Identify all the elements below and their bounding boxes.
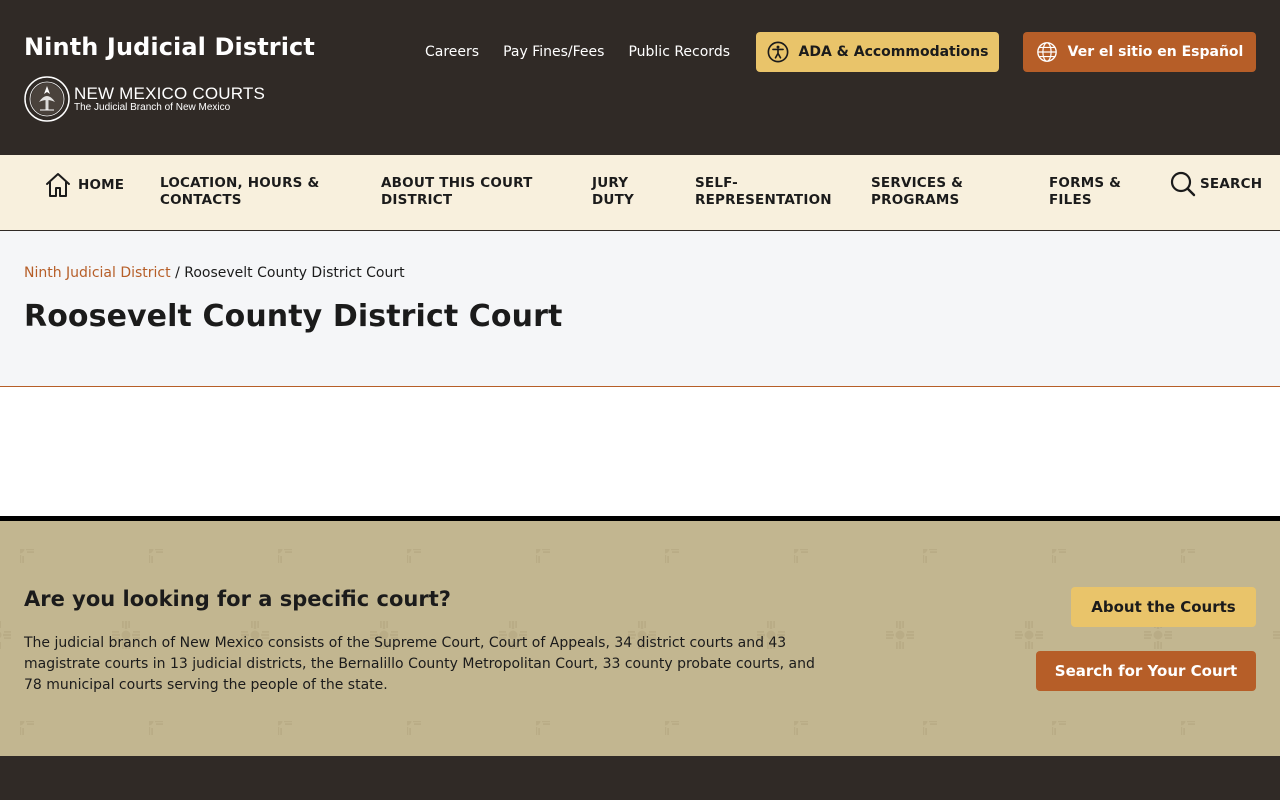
nav-forms-line2: FILES xyxy=(1049,192,1092,208)
cta-description: The judicial branch of New Mexico consis… xyxy=(24,635,815,693)
nav-search[interactable]: SEARCH xyxy=(1170,171,1262,197)
search-for-your-court-button[interactable]: Search for Your Court xyxy=(1036,651,1256,691)
nav-services-programs[interactable]: SERVICES & PROGRAMS xyxy=(871,175,963,209)
nav-about-district[interactable]: ABOUT THIS COURT DISTRICT xyxy=(381,175,533,209)
nav-self-representation[interactable]: SELF- REPRESENTATION xyxy=(695,175,832,209)
nav-services-line2: PROGRAMS xyxy=(871,192,960,208)
logo-main-text: NEW MEXICO COURTS xyxy=(74,84,266,103)
nav-forms-files[interactable]: FORMS & FILES xyxy=(1049,175,1121,209)
nav-services-line1: SERVICES & xyxy=(871,175,964,191)
cta-heading: Are you looking for a specific court? xyxy=(24,587,451,611)
ada-accommodations-button[interactable]: ADA & Accommodations xyxy=(756,32,999,72)
breadcrumb-separator: / xyxy=(170,265,185,281)
nav-home[interactable]: HOME xyxy=(44,171,124,199)
globe-icon xyxy=(1036,42,1057,62)
nav-search-label: SEARCH xyxy=(1200,175,1263,192)
site-header: Ninth Judicial District NEW MEXICO COURT… xyxy=(0,0,1280,155)
site-footer xyxy=(0,756,1280,800)
public-records-link[interactable]: Public Records xyxy=(628,43,730,61)
main-content-area xyxy=(0,387,1280,516)
search-icon xyxy=(1170,171,1196,197)
careers-link[interactable]: Careers xyxy=(425,43,479,61)
nav-home-label: HOME xyxy=(78,176,125,193)
breadcrumb-current: Roosevelt County District Court xyxy=(184,265,405,281)
page-banner: Ninth Judicial District / Roosevelt Coun… xyxy=(0,231,1280,387)
accessibility-icon xyxy=(767,41,788,63)
nav-self-line1: SELF- xyxy=(695,175,738,191)
nav-location-hours-contacts[interactable]: LOCATION, HOURS & CONTACTS xyxy=(160,175,319,209)
court-finder-cta: Are you looking for a specific court? Th… xyxy=(0,516,1280,756)
nav-location-line1: LOCATION, HOURS & xyxy=(160,175,320,191)
nav-about-line2: DISTRICT xyxy=(381,192,453,208)
utility-nav: Careers Pay Fines/Fees Public Records xyxy=(425,43,754,61)
nav-about-line1: ABOUT THIS COURT xyxy=(381,175,533,191)
nav-self-line2: REPRESENTATION xyxy=(695,192,832,208)
nav-jury-duty[interactable]: JURY DUTY xyxy=(592,175,634,209)
nav-jury-line1: JURY xyxy=(592,175,629,191)
state-seal-icon xyxy=(24,76,70,122)
home-icon xyxy=(46,173,70,197)
breadcrumb-parent-link[interactable]: Ninth Judicial District xyxy=(24,265,171,281)
breadcrumb: Ninth Judicial District / Roosevelt Coun… xyxy=(24,265,405,281)
nm-courts-logo[interactable]: NEW MEXICO COURTS The Judicial Branch of… xyxy=(24,76,265,122)
ada-button-label: ADA & Accommodations xyxy=(798,44,989,60)
espanol-site-button[interactable]: Ver el sitio en Español xyxy=(1023,32,1256,72)
about-the-courts-button[interactable]: About the Courts xyxy=(1071,587,1256,627)
pay-fines-link[interactable]: Pay Fines/Fees xyxy=(503,43,604,61)
nav-forms-line1: FORMS & xyxy=(1049,175,1122,191)
espanol-button-label: Ver el sitio en Español xyxy=(1067,44,1244,60)
page-title: Roosevelt County District Court xyxy=(24,299,563,334)
logo-sub-text: The Judicial Branch of New Mexico xyxy=(74,102,231,113)
main-nav: HOME LOCATION, HOURS & CONTACTS ABOUT TH… xyxy=(0,155,1280,231)
district-title[interactable]: Ninth Judicial District xyxy=(24,33,315,61)
nav-location-line2: CONTACTS xyxy=(160,192,242,208)
nav-jury-line2: DUTY xyxy=(592,192,634,208)
